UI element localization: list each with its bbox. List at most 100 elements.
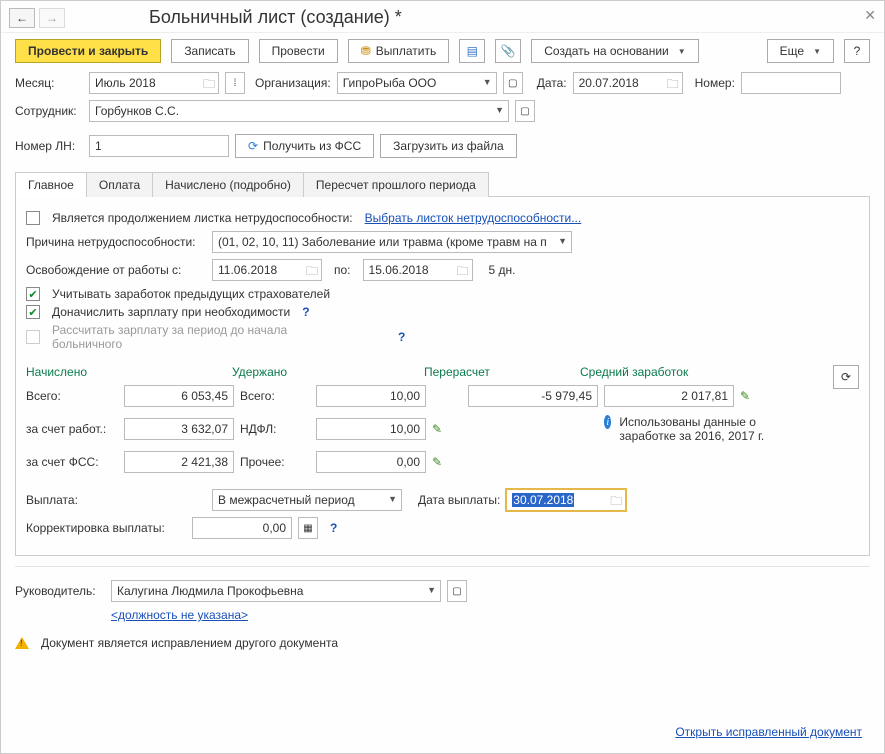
more-label: Еще xyxy=(780,44,804,58)
calculator-button[interactable]: ▦ xyxy=(298,517,318,539)
warning-icon xyxy=(15,637,29,649)
document-icon: ▤ xyxy=(467,44,478,58)
calendar-icon[interactable]: 🗀 xyxy=(667,75,679,96)
total-value[interactable]: 6 053,45 xyxy=(124,385,234,407)
open-fixed-doc-link[interactable]: Открыть исправленный документ xyxy=(675,725,862,739)
get-fss-label: Получить из ФСС xyxy=(263,139,361,153)
pencil-icon[interactable]: ✎ xyxy=(740,389,770,403)
manager-value: Калугина Людмила Прокофьевна xyxy=(117,584,303,598)
tab-recalc[interactable]: Пересчет прошлого периода xyxy=(303,172,489,197)
accrue-checkbox[interactable] xyxy=(26,305,40,319)
cb-prev-row: Учитывать заработок предыдущих страховат… xyxy=(26,287,859,301)
withheld-head: Удержано xyxy=(232,365,418,379)
position-row: <должность не указана> xyxy=(1,605,884,625)
recalc-head: Перерасчет xyxy=(424,365,574,379)
more-button[interactable]: Еще ▼ xyxy=(767,39,834,63)
number-label: Номер: xyxy=(695,76,735,90)
tab-payment[interactable]: Оплата xyxy=(86,172,153,197)
org-value: ГипроРыба ООО xyxy=(343,76,437,90)
calendar-icon[interactable]: 🗀 xyxy=(610,492,622,513)
employee-open-button[interactable]: ▢ xyxy=(515,100,535,122)
employer-value[interactable]: 3 632,07 xyxy=(124,418,234,440)
other-value[interactable]: 0,00 xyxy=(316,451,426,473)
continuation-row: Является продолжением листка нетрудоспос… xyxy=(26,211,859,225)
withheld-total-value[interactable]: 10,00 xyxy=(316,385,426,407)
employee-combo[interactable]: Горбунков С.С. ▼ xyxy=(89,100,509,122)
help-button[interactable]: ? xyxy=(844,39,870,63)
ndfl-value[interactable]: 10,00 xyxy=(316,418,426,440)
toolbar: Провести и закрыть Записать Провести ⛃ В… xyxy=(1,33,884,69)
pencil-icon[interactable]: ✎ xyxy=(432,422,462,436)
create-based-on-button[interactable]: Создать на основании ▼ xyxy=(531,39,698,63)
avg-value[interactable]: 2 017,81 xyxy=(604,385,734,407)
money-grid: Всего: 6 053,45 Всего: 10,00 -5 979,45 2… xyxy=(26,385,859,473)
correction-value[interactable]: 0,00 xyxy=(192,517,292,539)
nav-back-button[interactable]: ← xyxy=(9,8,35,28)
org-combo[interactable]: ГипроРыба ООО ▼ xyxy=(337,72,497,94)
info-icon: i xyxy=(604,415,611,429)
chevron-down-icon: ▼ xyxy=(427,585,436,595)
close-icon[interactable]: ✕ xyxy=(864,7,876,24)
manager-open-button[interactable]: ▢ xyxy=(447,580,467,602)
position-link[interactable]: <должность не указана> xyxy=(111,608,248,622)
calendar-icon[interactable]: 🗀 xyxy=(203,75,215,96)
open-fixed-doc-link-wrap: Открыть исправленный документ xyxy=(675,725,862,741)
load-from-file-button[interactable]: Загрузить из файла xyxy=(380,134,517,158)
tab-main[interactable]: Главное xyxy=(15,172,87,197)
manager-combo[interactable]: Калугина Людмила Прокофьевна ▼ xyxy=(111,580,441,602)
help-icon[interactable]: ? xyxy=(398,330,405,344)
choose-sheet-link[interactable]: Выбрать листок нетрудоспособности... xyxy=(365,211,582,225)
date-input[interactable]: 20.07.2018 🗀 xyxy=(573,72,683,94)
month-input[interactable]: Июль 2018 🗀 xyxy=(89,72,219,94)
save-button[interactable]: Записать xyxy=(171,39,248,63)
coins-icon: ⛃ xyxy=(361,44,371,58)
tabs: Главное Оплата Начислено (подробно) Пере… xyxy=(15,171,870,197)
month-stepper[interactable]: ⁞ xyxy=(225,72,245,94)
post-button[interactable]: Провести xyxy=(259,39,338,63)
absence-to-input[interactable]: 15.06.2018 🗀 xyxy=(363,259,473,281)
other-label: Прочее: xyxy=(240,455,310,469)
pay-button[interactable]: ⛃ Выплатить xyxy=(348,39,450,63)
cb-recalc-row: Рассчитать зарплату за период до начала … xyxy=(26,323,859,351)
pencil-icon[interactable]: ✎ xyxy=(432,455,462,469)
chevron-down-icon: ▼ xyxy=(678,47,686,56)
reason-combo[interactable]: (01, 02, 10, 11) Заболевание или травма … xyxy=(212,231,572,253)
calendar-icon[interactable]: 🗀 xyxy=(306,262,318,283)
payout-date-input[interactable]: 30.07.2018 🗀 xyxy=(506,489,626,511)
payout-date-value: 30.07.2018 xyxy=(512,493,574,507)
fss-value[interactable]: 2 421,38 xyxy=(124,451,234,473)
paperclip-icon: 📎 xyxy=(501,44,516,58)
ln-row: Номер ЛН: 1 ⟳ Получить из ФСС Загрузить … xyxy=(1,131,884,161)
calendar-icon[interactable]: 🗀 xyxy=(457,262,469,283)
recalc-label: Рассчитать зарплату за период до начала … xyxy=(52,323,352,351)
ln-input[interactable]: 1 xyxy=(89,135,229,157)
refresh-button[interactable]: ⟳ xyxy=(833,365,859,389)
post-and-close-button[interactable]: Провести и закрыть xyxy=(15,39,161,63)
chevron-down-icon: ▼ xyxy=(388,494,397,504)
prev-insurers-checkbox[interactable] xyxy=(26,287,40,301)
payout-type-value: В межрасчетный период xyxy=(218,493,355,507)
correction-row: Корректировка выплаты: 0,00 ▦ ? xyxy=(26,517,859,539)
reason-label: Причина нетрудоспособности: xyxy=(26,235,206,249)
fss-label: за счет ФСС: xyxy=(26,455,118,469)
help-icon[interactable]: ? xyxy=(330,521,337,535)
continuation-checkbox[interactable] xyxy=(26,211,40,225)
get-from-fss-button[interactable]: ⟳ Получить из ФСС xyxy=(235,134,374,158)
attachment-button[interactable]: 📎 xyxy=(495,39,521,63)
number-input[interactable] xyxy=(741,72,841,94)
org-open-button[interactable]: ▢ xyxy=(503,72,523,94)
money-headers: Начислено Удержано Перерасчет Средний за… xyxy=(26,365,859,379)
payout-type-combo[interactable]: В межрасчетный период ▼ xyxy=(212,489,402,511)
nav-forward-button[interactable]: → xyxy=(39,8,65,28)
absence-from-input[interactable]: 11.06.2018 🗀 xyxy=(212,259,322,281)
month-label: Месяц: xyxy=(15,76,83,90)
chevron-down-icon: ▼ xyxy=(558,236,567,246)
recalc-checkbox xyxy=(26,330,40,344)
tab-accrued-detail[interactable]: Начислено (подробно) xyxy=(152,172,304,197)
info-text: Использованы данные о заработке за 2016,… xyxy=(619,415,770,443)
manager-label: Руководитель: xyxy=(15,584,105,598)
cb-accrue-row: Доначислить зарплату при необходимости ? xyxy=(26,305,859,319)
document-icon-button[interactable]: ▤ xyxy=(459,39,485,63)
recalc-value[interactable]: -5 979,45 xyxy=(468,385,598,407)
help-icon[interactable]: ? xyxy=(302,305,309,319)
